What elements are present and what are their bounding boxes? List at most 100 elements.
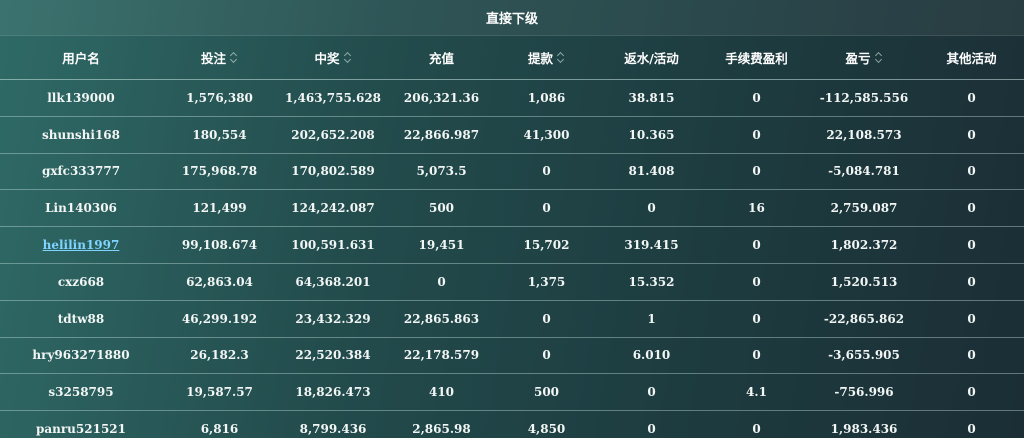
table-cell: 15.352	[628, 274, 675, 289]
column-header[interactable]: 投注	[162, 48, 277, 67]
table-cell: -5,084.781	[828, 164, 900, 179]
table-cell: 2,759.087	[830, 201, 898, 216]
username-cell: hry963271880	[0, 338, 162, 374]
username-text: tdtw88	[57, 311, 105, 326]
table-cell: 0	[752, 238, 761, 253]
table-cell: 10.365	[628, 127, 675, 142]
sort-icon[interactable]	[557, 51, 565, 63]
username-text: hry963271880	[32, 348, 130, 363]
table-cell: 0	[967, 238, 976, 253]
table-cell: -756.996	[834, 385, 894, 400]
table-cell: 4.1	[746, 385, 767, 400]
table-row: Lin140306 121,499 124,242.087 500 0 0 16 2,759.…	[0, 190, 1024, 228]
table-row: helilin1997 99,108.674 100,591.631 19,451 15…	[0, 227, 1024, 264]
table-cell: 0	[752, 164, 761, 179]
table-cell: -112,585.556	[819, 90, 909, 105]
table-cell: 0	[752, 422, 761, 437]
table-cell: 0	[752, 127, 761, 142]
username-cell: llk139000	[0, 80, 162, 116]
column-header: 充值	[389, 48, 494, 67]
table-cell: 62,863.04	[186, 274, 253, 289]
table-cell: 22,520.384	[295, 348, 371, 363]
table-cell: 121,499	[192, 201, 247, 216]
column-header-label: 充值	[428, 50, 454, 66]
username-text: s3258795	[48, 385, 114, 400]
column-header-label: 盈亏	[845, 50, 871, 66]
table-cell: 170,802.589	[291, 164, 375, 179]
table-cell: 26,182.3	[190, 348, 249, 363]
username-link[interactable]: helilin1997	[43, 238, 120, 252]
panel-title: 直接下级	[0, 0, 1024, 36]
table-cell: 6,816	[200, 422, 239, 437]
table-cell: 0	[967, 422, 976, 437]
table-cell: 4,850	[527, 422, 566, 437]
column-header-label: 用户名	[62, 50, 100, 66]
table-cell: 0	[752, 274, 761, 289]
username-text: shunshi168	[41, 127, 121, 142]
table-cell: 1,802.372	[830, 238, 898, 253]
column-header: 用户名	[0, 48, 162, 67]
table-cell: 0	[437, 274, 446, 289]
username-cell: Lin140306	[0, 190, 162, 226]
table-cell: -3,655.905	[828, 348, 900, 363]
column-header: 其他活动	[919, 48, 1024, 67]
sort-icon[interactable]	[344, 51, 352, 63]
table-cell: 46,299.192	[181, 311, 258, 326]
table-cell: 202,652.208	[291, 127, 375, 142]
table-cell: 99,108.674	[181, 238, 258, 253]
table-row: llk139000 1,576,380 1,463,755.628 206,321.3…	[0, 80, 1024, 117]
table-cell: 19,451	[418, 238, 465, 253]
username-cell: shunshi168	[0, 117, 162, 153]
table-cell: 0	[752, 348, 761, 363]
table-cell: 1,983.436	[830, 422, 898, 437]
table-cell: 22,178.579	[403, 348, 480, 363]
column-header[interactable]: 中奖	[277, 48, 389, 67]
table-cell: 38.815	[628, 90, 675, 105]
table-cell: 19,587.57	[186, 385, 253, 400]
table-cell: 1,520.513	[830, 274, 898, 289]
table-cell: 0	[752, 311, 761, 326]
table-cell: 0	[647, 422, 656, 437]
column-header[interactable]: 盈亏	[809, 48, 919, 67]
table-header: 用户名 投注 中奖 充值 提款 返水/活动 手续费盈利 盈亏 其他活动	[0, 35, 1024, 80]
table-cell: 0	[647, 201, 656, 216]
username-text: cxz668	[57, 274, 105, 289]
column-header[interactable]: 提款	[494, 48, 599, 67]
username-cell[interactable]: helilin1997	[0, 227, 162, 263]
table-cell: 175,968.78	[181, 164, 258, 179]
username-cell: panru521521	[0, 411, 162, 438]
table-cell: 500	[428, 201, 455, 216]
sort-icon[interactable]	[875, 51, 883, 63]
username-cell: gxfc333777	[0, 154, 162, 190]
table-cell: 0	[967, 274, 976, 289]
table-cell: 23,432.329	[295, 311, 371, 326]
table-cell: 1,375	[527, 274, 566, 289]
column-header-label: 返水/活动	[624, 50, 679, 66]
column-header-label: 投注	[200, 50, 226, 66]
table-cell: 22,108.573	[826, 127, 902, 142]
sort-icon[interactable]	[230, 51, 238, 63]
table-cell: 64,368.201	[295, 274, 371, 289]
table-cell: 0	[542, 311, 551, 326]
table-cell: 6.010	[632, 348, 671, 363]
table-cell: 0	[967, 164, 976, 179]
table-cell: 0	[967, 385, 976, 400]
username-text: gxfc333777	[41, 164, 121, 179]
table-cell: 5,073.5	[416, 164, 467, 179]
username-cell: s3258795	[0, 374, 162, 410]
table-cell: 319.415	[624, 238, 679, 253]
table-row: panru521521 6,816 8,799.436 2,865.98 4,850 0 0…	[0, 411, 1024, 438]
table-row: cxz668 62,863.04 64,368.201 0 1,375 15.352 0 1,…	[0, 264, 1024, 301]
column-header-label: 手续费盈利	[725, 50, 788, 66]
table-row: hry963271880 26,182.3 22,520.384 22,178.579…	[0, 338, 1024, 375]
username-text: llk139000	[47, 90, 115, 105]
table-cell: 0	[967, 90, 976, 105]
table-cell: 16	[748, 201, 765, 216]
column-header-label: 提款	[527, 50, 553, 66]
column-header-label: 中奖	[314, 50, 340, 66]
table-cell: 22,866.987	[403, 127, 480, 142]
table-cell: 500	[533, 385, 560, 400]
table-cell: 410	[428, 385, 455, 400]
table-cell: 0	[967, 127, 976, 142]
table-cell: 0	[542, 201, 551, 216]
